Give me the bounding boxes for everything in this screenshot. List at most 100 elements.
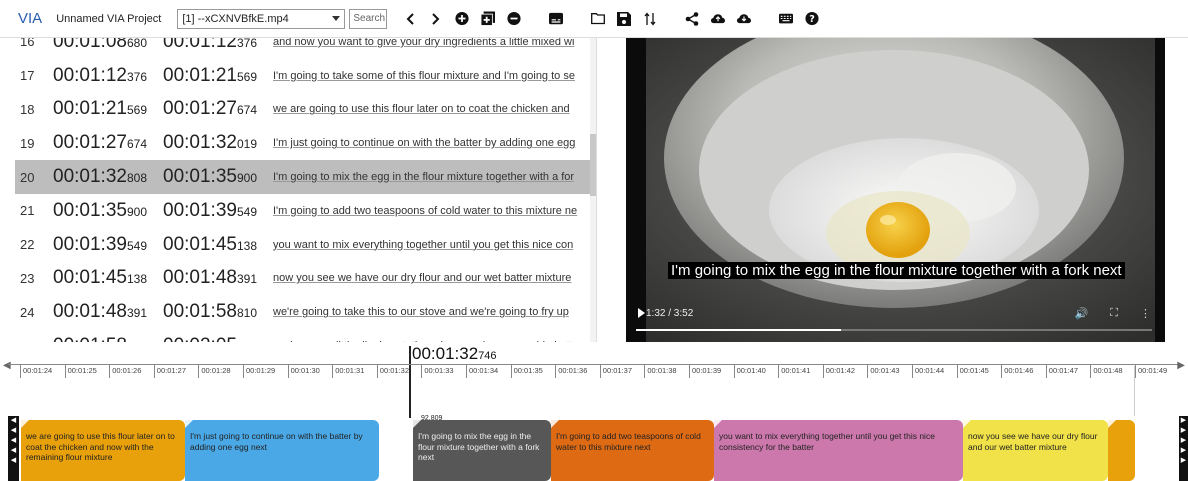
timeline-segment[interactable]: I'm going to mix the egg in the flour mi…: [413, 420, 551, 481]
subtitle-index: 17: [20, 68, 35, 84]
timeline-edge-right[interactable]: ▶ ▶ ▶ ▶ ▶: [1179, 416, 1188, 481]
subtitle-row[interactable]: 18 00:01:21569 00:01:27674 we are going to …: [15, 93, 591, 127]
subtitle-index: 18: [20, 101, 35, 117]
subtitle-end-time[interactable]: 00:01:45138: [163, 234, 273, 256]
video-frame: [626, 38, 1165, 342]
keyboard-icon[interactable]: [779, 12, 794, 26]
add-circle-icon[interactable]: [455, 11, 469, 26]
timeline-segment[interactable]: now you see we have our dry flour and ou…: [963, 420, 1108, 481]
timeline-tick-label: 00:01:48: [1090, 364, 1123, 378]
timeline-tick-label: 00:01:25: [64, 364, 97, 378]
subtitle-end-time[interactable]: 00:01:12376: [163, 38, 273, 53]
subtitle-list[interactable]: 2700:02:1007900:02:22225this is going to…: [0, 38, 597, 342]
subtitle-start-time[interactable]: 00:01:27674: [53, 132, 163, 154]
subtitle-text[interactable]: I'm going to add two teaspoons of cold w…: [273, 205, 583, 217]
cloud-download-icon[interactable]: [737, 12, 752, 26]
subtitle-end-time[interactable]: 00:01:32019: [163, 132, 273, 154]
timeline-tick-label: 00:01:26: [109, 364, 141, 378]
subtitle-row[interactable]: 16 00:01:08680 00:01:12376 and now you want…: [15, 38, 591, 59]
scrollbar-thumb[interactable]: [590, 134, 596, 196]
sort-icon[interactable]: [643, 11, 657, 26]
subtitle-end-time[interactable]: 00:01:35900: [163, 166, 273, 188]
timeline-tick-label: 00:01:36: [555, 364, 587, 378]
remove-circle-icon[interactable]: [507, 11, 521, 26]
search-input[interactable]: Search: [349, 8, 388, 29]
subtitle-index: 22: [20, 237, 35, 253]
subtitle-start-time[interactable]: 00:01:58810: [53, 335, 163, 342]
timeline-segment[interactable]: [1108, 420, 1135, 481]
subtitle-start-time[interactable]: 00:01:32808: [53, 166, 163, 188]
subtitle-text[interactable]: you want to mix everything together unti…: [273, 239, 583, 251]
subtitle-start-time[interactable]: 00:01:12376: [53, 65, 163, 87]
add-multiple-icon[interactable]: [481, 11, 496, 26]
subtitle-text[interactable]: we are going to use this flour later on …: [273, 103, 583, 115]
current-time: 00:01:32746: [412, 344, 497, 363]
subtitle-row[interactable]: 21 00:01:35900 00:01:39549 I'm going to add…: [15, 194, 591, 228]
timeline-tick-label: 00:01:42: [822, 364, 855, 378]
subtitle-start-time[interactable]: 00:01:35900: [53, 200, 163, 222]
file-select[interactable]: [1] --xCXNVBfkE.mp4: [177, 8, 346, 29]
timeline-tick-label: 00:01:30: [287, 364, 320, 378]
subtitle-text[interactable]: now you see we have our dry flour and ou…: [273, 272, 583, 284]
subtitles-icon[interactable]: [549, 12, 564, 26]
folder-icon[interactable]: [591, 12, 606, 26]
timeline-tick-label: 00:01:43: [867, 364, 900, 378]
play-icon[interactable]: [638, 308, 645, 318]
share-icon[interactable]: [685, 11, 699, 26]
timeline-segment[interactable]: I'm going to add two teaspoons of cold w…: [551, 420, 714, 481]
timeline[interactable]: 00:01:32746 ◀ ▶ ◀ ◀ ◀ ◀ ◀ ▶ ▶ ▶ ▶ ▶ 92.809 00:01…: [0, 342, 1188, 481]
chevron-left-icon[interactable]: [403, 12, 417, 26]
timeline-tick-label: 00:01:44: [912, 364, 944, 378]
subtitle-text[interactable]: I'm going to take some of this flour mix…: [273, 70, 583, 82]
subtitle-start-time[interactable]: 00:01:48391: [53, 301, 163, 323]
timeline-scroll-left-icon[interactable]: ◀: [3, 360, 11, 371]
subtitle-end-time[interactable]: 00:02:05251: [163, 335, 273, 342]
help-icon[interactable]: ?: [805, 11, 819, 26]
subtitle-text[interactable]: and now you want to give your dry ingred…: [273, 38, 583, 48]
segment-notch: [963, 420, 971, 428]
more-options-icon[interactable]: ⋮: [1140, 307, 1151, 320]
app-logo: VIA: [18, 10, 43, 27]
subtitle-row[interactable]: 20 00:01:32808 00:01:35900 I'm going to mix…: [15, 160, 591, 194]
timeline-tick-label: 00:01:38: [644, 364, 677, 378]
timeline-tick-label: 00:01:34: [466, 364, 498, 378]
subtitle-end-time[interactable]: 00:01:39549: [163, 200, 273, 222]
subtitle-text[interactable]: I'm just going to continue on with the b…: [273, 137, 583, 149]
subtitle-start-time[interactable]: 00:01:45138: [53, 267, 163, 289]
fullscreen-icon[interactable]: ⛶: [1110, 307, 1118, 320]
subtitle-start-time[interactable]: 00:01:21569: [53, 98, 163, 120]
save-icon[interactable]: [617, 11, 632, 26]
video-caption: I'm going to mix the egg in the flour mi…: [668, 262, 1125, 279]
subtitle-end-time[interactable]: 00:01:21569: [163, 65, 273, 87]
timeline-segment[interactable]: you want to mix everything together unti…: [714, 420, 963, 481]
subtitle-row[interactable]: 23 00:01:45138 00:01:48391 now you see we h…: [15, 262, 591, 296]
timeline-tick-label: 00:01:49: [1135, 364, 1167, 378]
playhead[interactable]: [409, 346, 411, 418]
segment-notch: [21, 420, 29, 428]
video-player[interactable]: I'm going to mix the egg in the flour mi…: [626, 38, 1165, 342]
segment-text: I'm going to add two teaspoons of cold w…: [556, 431, 701, 452]
subtitle-index: 21: [20, 203, 35, 219]
chevron-right-icon[interactable]: [429, 12, 443, 26]
subtitle-row[interactable]: 19 00:01:27674 00:01:32019 I'm just going t…: [15, 126, 591, 160]
timeline-segment[interactable]: I'm just going to continue on with the b…: [185, 420, 379, 481]
cloud-upload-icon[interactable]: [711, 12, 726, 26]
subtitle-end-time[interactable]: 00:01:58810: [163, 301, 273, 323]
volume-icon[interactable]: 🔊: [1075, 307, 1089, 320]
subtitle-text[interactable]: we're going to take this to our stove an…: [273, 306, 583, 318]
project-name[interactable]: Unnamed VIA Project: [56, 13, 161, 25]
subtitle-row[interactable]: 22 00:01:39549 00:01:45138 you want to mix …: [15, 228, 591, 262]
subtitle-row[interactable]: 24 00:01:48391 00:01:58810 we're going to t…: [15, 295, 591, 329]
timeline-edge-left[interactable]: ◀ ◀ ◀ ◀ ◀: [8, 416, 19, 481]
subtitle-row[interactable]: 17 00:01:12376 00:01:21569 I'm going to tak…: [15, 59, 591, 93]
timeline-segment[interactable]: we are going to use this flour later on …: [21, 420, 185, 481]
subtitle-text[interactable]: I'm going to mix the egg in the flour mi…: [273, 171, 583, 183]
video-progress-bar[interactable]: [636, 329, 1152, 331]
timeline-scroll-right-icon[interactable]: ▶: [1177, 360, 1185, 371]
subtitle-row[interactable]: 2500:01:5881000:02:05251we have our litt…: [15, 329, 591, 342]
subtitle-start-time[interactable]: 00:01:39549: [53, 234, 163, 256]
timeline-tick-label: 00:01:35: [510, 364, 543, 378]
subtitle-end-time[interactable]: 00:01:48391: [163, 267, 273, 289]
subtitle-start-time[interactable]: 00:01:08680: [53, 38, 163, 53]
subtitle-end-time[interactable]: 00:01:27674: [163, 98, 273, 120]
